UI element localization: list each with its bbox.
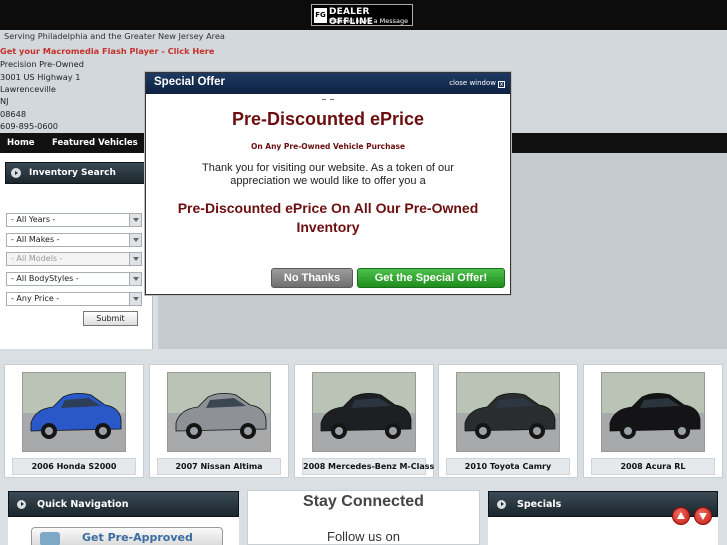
model-select-value: - All Models - <box>11 254 63 263</box>
vehicle-name[interactable]: 2006 Honda S2000 <box>12 458 136 475</box>
get-preapproved-label: Get Pre-Approved <box>82 531 193 544</box>
quick-nav-title: Quick Navigation <box>37 499 129 510</box>
dealer-city: Lawrenceville <box>0 84 56 94</box>
get-special-offer-button[interactable]: Get the Special Offer! <box>357 268 505 288</box>
model-select[interactable]: - All Models - <box>6 252 142 266</box>
chevron-down-icon[interactable] <box>129 214 141 226</box>
search-submit-button[interactable]: Submit <box>83 311 138 326</box>
top-bar: FG DEALER OFFLINE Please Leave a Message <box>0 0 727 30</box>
dealer-name: Precision Pre-Owned <box>0 59 84 69</box>
dealer-logo-icon: FG <box>314 8 327 23</box>
year-select[interactable]: - All Years - <box>6 213 142 227</box>
nav-featured-vehicles[interactable]: Featured Vehicles <box>52 138 138 148</box>
close-window-button[interactable]: close window x <box>449 79 505 88</box>
offer-description: Pre-Discounted ePrice On All Our Pre-Own… <box>177 200 479 235</box>
vehicle-card[interactable]: 2008 Acura RL <box>583 364 723 478</box>
stay-connected-title: Stay Connected <box>303 493 424 510</box>
modal-header: Special Offer close window x <box>146 73 510 94</box>
close-window-label: close window <box>449 79 496 87</box>
bodystyle-select[interactable]: - All BodyStyles - <box>6 272 142 286</box>
make-select-value: - All Makes - <box>11 235 60 244</box>
inventory-search-header: Inventory Search <box>5 162 148 184</box>
inventory-search-panel: Inventory Search - All Years - - All Mak… <box>0 153 153 349</box>
arrow-right-icon <box>11 168 21 178</box>
featured-vehicles-strip: 2006 Honda S2000 2007 Nissan Altima 2008 M… <box>0 356 727 484</box>
vehicle-card[interactable]: 2006 Honda S2000 <box>4 364 144 478</box>
modal-title: Special Offer <box>154 76 225 88</box>
tagline: Serving Philadelphia and the Greater New… <box>4 31 225 41</box>
scroll-up-icon[interactable] <box>672 507 690 525</box>
chevron-down-icon[interactable] <box>129 253 141 265</box>
no-thanks-button[interactable]: No Thanks <box>271 268 353 288</box>
chevron-down-icon[interactable] <box>129 273 141 285</box>
chevron-down-icon[interactable] <box>129 234 141 246</box>
offer-message: Thank you for visiting our website. As a… <box>202 162 454 187</box>
stay-connected-panel: Stay Connected Follow us on <box>247 490 480 545</box>
make-select[interactable]: - All Makes - <box>6 233 142 247</box>
dealer-address: 3001 US Highway 1 <box>0 72 81 82</box>
vehicle-photo[interactable] <box>456 372 560 452</box>
modal-dashes: – – <box>321 94 335 105</box>
dealer-offline-badge[interactable]: FG DEALER OFFLINE Please Leave a Message <box>311 4 413 27</box>
vehicle-photo[interactable] <box>601 372 705 452</box>
leave-message-text: Please Leave a Message <box>329 17 409 25</box>
credit-card-icon <box>40 532 60 545</box>
vehicle-photo[interactable] <box>22 372 126 452</box>
inventory-search-title: Inventory Search <box>29 168 116 178</box>
scroll-down-icon[interactable] <box>694 507 712 525</box>
special-offer-modal: Special Offer close window x – – Pre-Disc… <box>145 72 511 295</box>
flash-player-link[interactable]: Get your Macromedia Flash Player - Click… <box>0 46 214 56</box>
vehicle-photo[interactable] <box>167 372 271 452</box>
vehicle-card[interactable]: 2007 Nissan Altima <box>149 364 289 478</box>
arrow-right-icon <box>17 500 26 509</box>
offer-subheadline: On Any Pre-Owned Vehicle Purchase <box>250 142 406 151</box>
follow-us-text: Follow us on <box>327 529 400 544</box>
vehicle-name[interactable]: 2007 Nissan Altima <box>157 458 281 475</box>
chevron-down-icon[interactable] <box>129 293 141 305</box>
dealer-state: NJ <box>0 96 9 106</box>
bodystyle-select-value: - All BodyStyles - <box>11 274 79 283</box>
specials-title: Specials <box>517 499 562 510</box>
get-preapproved-button[interactable]: Get Pre-Approved <box>31 527 223 545</box>
offer-headline: Pre-Discounted ePrice <box>231 109 425 129</box>
price-select-value: - Any Price - <box>11 294 60 303</box>
vehicle-name[interactable]: 2008 Mercedes-Benz M-Class <box>302 458 434 475</box>
dealer-zip: 08648 <box>0 109 27 119</box>
arrow-right-icon <box>497 500 506 509</box>
vehicle-name[interactable]: 2008 Acura RL <box>591 458 715 475</box>
nav-home[interactable]: Home <box>7 138 35 148</box>
vehicle-photo[interactable] <box>312 372 416 452</box>
quick-nav-header: Quick Navigation <box>8 491 239 517</box>
vehicle-name[interactable]: 2010 Toyota Camry <box>446 458 570 475</box>
vehicle-card[interactable]: 2010 Toyota Camry <box>438 364 578 478</box>
vehicle-card[interactable]: 2008 Mercedes-Benz M-Class <box>294 364 434 478</box>
close-icon: x <box>498 81 505 88</box>
quick-nav-body: Get Pre-Approved <box>8 517 239 545</box>
dealer-phone: 609-895-0600 <box>0 121 59 131</box>
price-select[interactable]: - Any Price - <box>6 292 142 306</box>
year-select-value: - All Years - <box>11 215 56 224</box>
